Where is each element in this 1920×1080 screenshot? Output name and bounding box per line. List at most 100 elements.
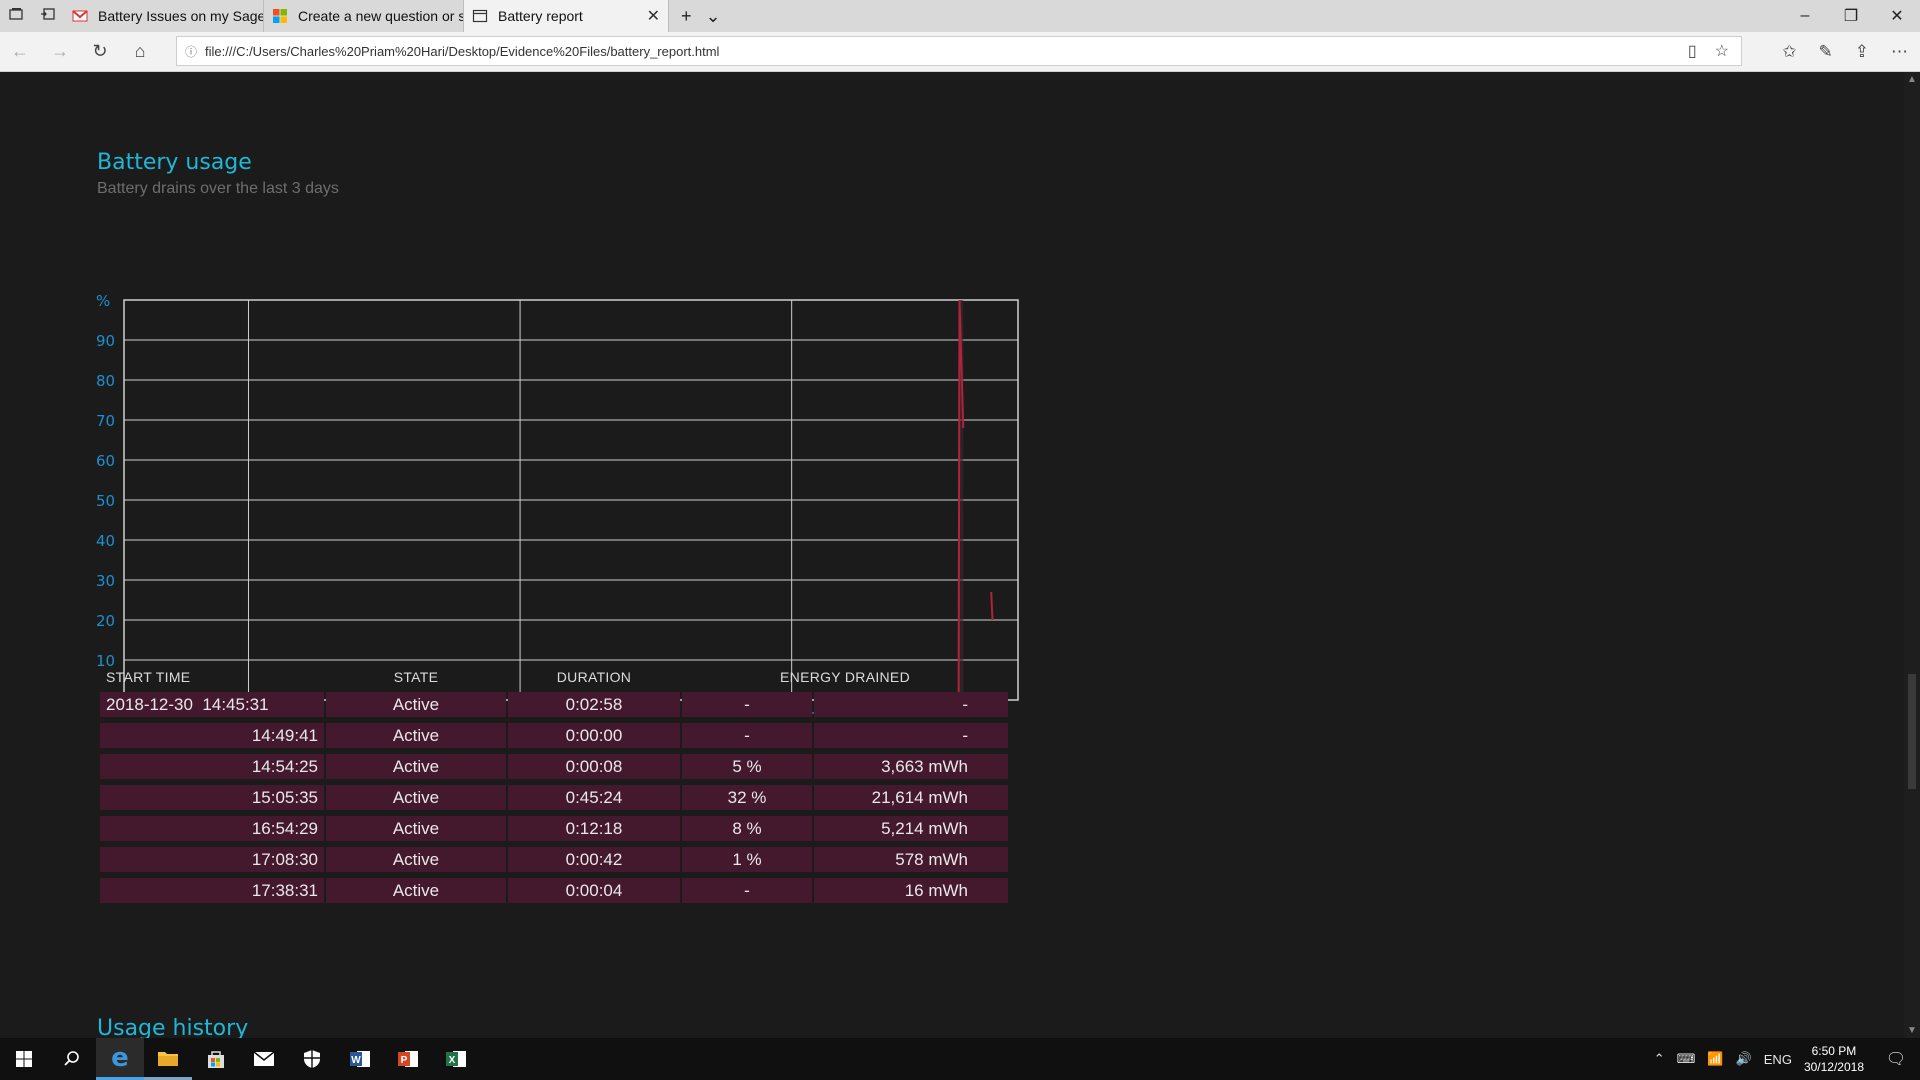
table-row: 17:38:31 Active 0:00:04-16 mWh — [100, 878, 1008, 903]
back-icon[interactable]: ← — [0, 41, 40, 62]
cell-energy-percent: - — [682, 878, 812, 903]
url-text[interactable]: file:///C:/Users/Charles%20Priam%20Hari/… — [205, 44, 719, 59]
section-title: Battery usage — [97, 150, 252, 175]
start-icon[interactable] — [0, 1038, 48, 1080]
table-row: 14:54:25 Active 0:00:08 5 % 3,663 mWh — [100, 754, 1008, 779]
refresh-icon[interactable]: ↻ — [80, 41, 120, 62]
search-icon[interactable] — [48, 1038, 96, 1080]
tab-actions — [0, 0, 64, 32]
scrollbar-thumb[interactable] — [1908, 674, 1916, 789]
cell-state: Active — [326, 878, 506, 903]
cell-duration: 0:00:08 — [508, 754, 680, 779]
edge-icon[interactable]: e — [96, 1038, 144, 1080]
tab-title: Battery Issues on my Sager — [98, 8, 264, 24]
table-row: 2018-12-30 14:45:31 Active 0:02:58- - — [100, 692, 1008, 717]
tab-preview-chevron-icon[interactable]: ⌄ — [706, 6, 721, 27]
cell-start-time: 17:38:31 — [100, 878, 324, 903]
svg-text:P: P — [401, 1055, 408, 1066]
close-window-icon[interactable]: ✕ — [1874, 6, 1920, 26]
y-tick-label: 30 — [96, 572, 115, 590]
y-tick-label: 60 — [96, 452, 115, 470]
home-icon[interactable]: ⌂ — [120, 41, 160, 62]
cell-energy-mwh: - — [814, 723, 1008, 748]
language-indicator[interactable]: ENG — [1764, 1052, 1792, 1067]
header-duration: DURATION — [556, 669, 632, 685]
cell-duration: 0:12:18 — [508, 816, 680, 841]
cell-duration: 0:45:24 — [508, 785, 680, 810]
tabs-aside-icon[interactable] — [8, 6, 24, 27]
volume-icon[interactable]: 🔊 — [1736, 1051, 1752, 1067]
info-icon[interactable]: ⓘ — [177, 43, 205, 60]
battery-usage-chart: %90807060504030201012-2812-2912-30 — [96, 292, 1019, 721]
cell-energy-mwh: - — [814, 692, 1008, 717]
header-state: STATE — [393, 669, 439, 685]
battery-usage-table: START TIME STATE DURATION ENERGY DRAINED… — [98, 662, 1010, 909]
reading-view-icon[interactable]: ▯ — [1688, 41, 1697, 61]
scroll-down-icon[interactable]: ▼ — [1907, 1025, 1917, 1036]
tab-microsoft[interactable]: Create a new question or st — [264, 0, 464, 32]
y-tick-label: 80 — [96, 372, 115, 390]
battery-level-line-2 — [990, 591, 994, 621]
gmail-icon — [72, 8, 88, 24]
cell-energy-percent: 5 % — [682, 754, 812, 779]
y-axis-unit-label: % — [96, 292, 110, 310]
close-tab-icon[interactable]: ✕ — [647, 6, 660, 26]
cell-energy-percent: 32 % — [682, 785, 812, 810]
table-row: 17:08:30 Active 0:00:42 1 % 578 mWh — [100, 847, 1008, 872]
cell-start-time: 14:49:41 — [100, 723, 324, 748]
address-toolbar: ← → ↻ ⌂ ⓘ file:///C:/Users/Charles%20Pri… — [0, 32, 1920, 72]
svg-text:X: X — [449, 1055, 456, 1066]
input-method-icon[interactable]: ⌨ — [1677, 1051, 1696, 1067]
new-tab-icon[interactable]: + — [681, 6, 692, 27]
store-icon[interactable] — [192, 1038, 240, 1080]
cell-energy-percent: 1 % — [682, 847, 812, 872]
excel-icon[interactable]: X — [432, 1038, 480, 1080]
cell-start-time: 16:54:29 — [100, 816, 324, 841]
powerpoint-icon[interactable]: P — [384, 1038, 432, 1080]
y-tick-label: 90 — [96, 332, 115, 350]
scroll-up-icon[interactable]: ▲ — [1907, 74, 1917, 85]
action-center-icon[interactable]: 🗨 — [1876, 1049, 1916, 1069]
cell-state: Active — [326, 816, 506, 841]
cell-state: Active — [326, 692, 506, 717]
clock-time: 6:50 PM — [1811, 1044, 1857, 1058]
header-energy-drained: ENERGY DRAINED — [780, 669, 910, 685]
minimize-icon[interactable]: – — [1782, 7, 1828, 25]
tab-gmail[interactable]: Battery Issues on my Sager — [64, 0, 264, 32]
tab-battery-report[interactable]: Battery report ✕ — [464, 0, 669, 32]
file-explorer-icon[interactable] — [144, 1038, 192, 1080]
clock[interactable]: 6:50 PM 30/12/2018 — [1804, 1043, 1864, 1075]
cell-duration: 0:00:04 — [508, 878, 680, 903]
restore-icon[interactable]: ❐ — [1828, 6, 1874, 26]
forward-icon[interactable]: → — [40, 41, 80, 62]
address-bar[interactable]: ⓘ file:///C:/Users/Charles%20Priam%20Har… — [176, 36, 1742, 66]
share-icon[interactable]: ⇪ — [1855, 42, 1869, 62]
favorite-star-icon[interactable]: ☆ — [1715, 41, 1729, 61]
cell-energy-mwh: 578 mWh — [814, 847, 1008, 872]
word-icon[interactable]: W — [336, 1038, 384, 1080]
cell-energy-percent: - — [682, 692, 812, 717]
cell-duration: 0:02:58 — [508, 692, 680, 717]
section-subtitle: Battery drains over the last 3 days — [97, 180, 339, 197]
network-icon[interactable]: 📶 — [1707, 1051, 1723, 1067]
favorites-hub-icon[interactable]: ✩ — [1782, 42, 1796, 62]
security-icon[interactable] — [288, 1038, 336, 1080]
microsoft-icon — [272, 8, 288, 24]
cell-state: Active — [326, 847, 506, 872]
tab-title: Battery report — [498, 8, 583, 24]
show-hidden-icons-icon[interactable]: ⌃ — [1654, 1051, 1665, 1067]
taskbar: e W P X ⌃ ⌨ 📶 🔊 ENG 6:50 PM 30/12/2018 🗨 — [0, 1038, 1920, 1080]
cell-state: Active — [326, 754, 506, 779]
set-tabs-aside-icon[interactable] — [40, 6, 56, 27]
web-note-icon[interactable]: ✎ — [1819, 42, 1833, 62]
table-row: 14:49:41 Active 0:00:00- - — [100, 723, 1008, 748]
cell-energy-mwh: 3,663 mWh — [814, 754, 1008, 779]
y-tick-label: 70 — [96, 412, 115, 430]
cell-energy-percent: 8 % — [682, 816, 812, 841]
y-tick-label: 20 — [96, 612, 115, 630]
clock-date: 30/12/2018 — [1803, 1060, 1864, 1074]
page-scrollbar[interactable]: ▲ ▼ — [1904, 72, 1920, 1038]
page-content: Battery usage Battery drains over the la… — [0, 72, 1904, 1038]
mail-icon[interactable] — [240, 1038, 288, 1080]
more-options-icon[interactable]: ⋯ — [1891, 42, 1908, 62]
